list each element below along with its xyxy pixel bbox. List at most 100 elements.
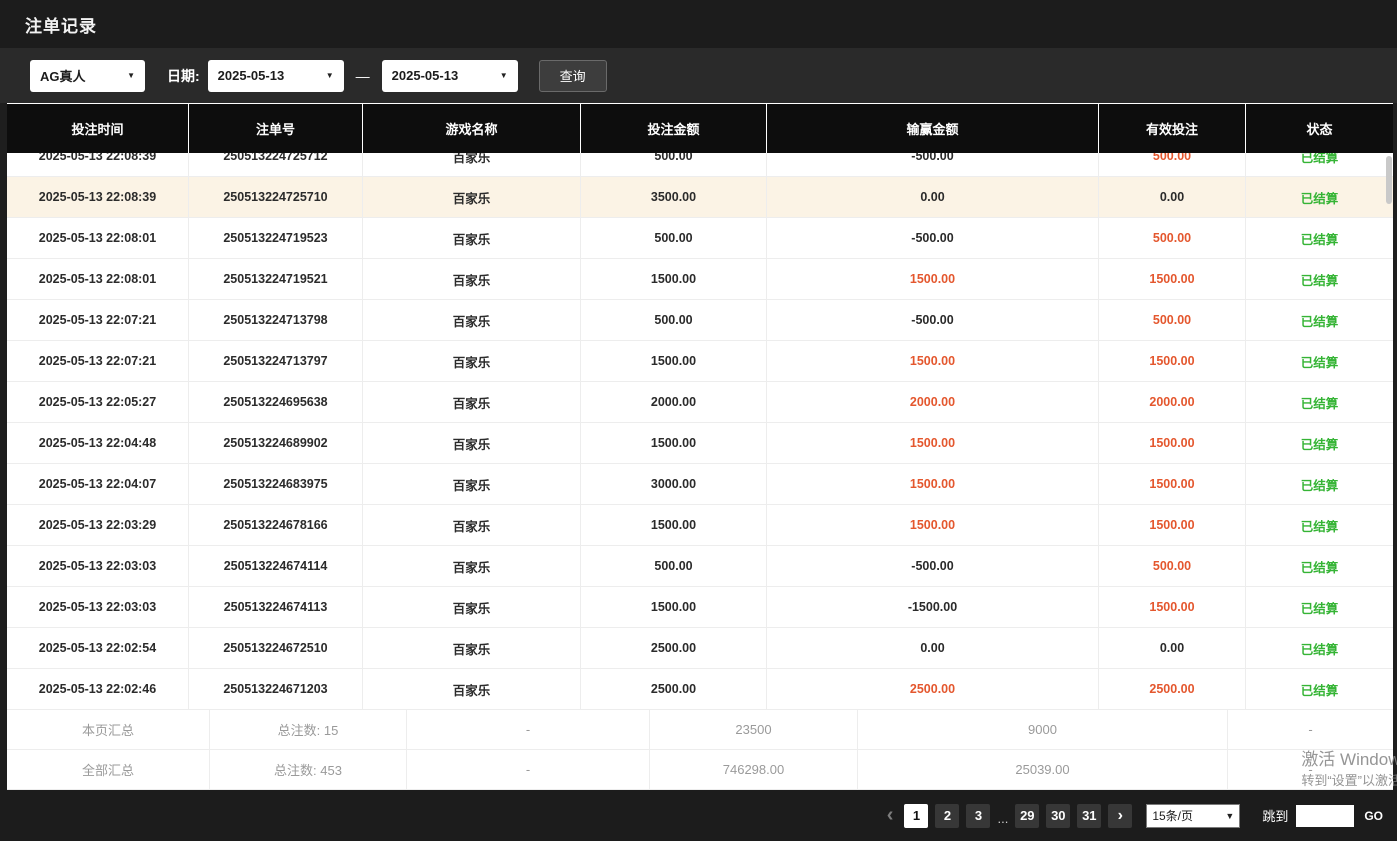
page-button-29[interactable]: 29 [1015, 804, 1039, 828]
date-from-picker[interactable]: 2025-05-13 ▼ [208, 60, 344, 92]
status-cell: 已结算 [1246, 153, 1393, 176]
win-loss-cell: 0.00 [767, 177, 1099, 217]
valid-bet-cell: 2000.00 [1099, 382, 1246, 422]
game-name-cell: 百家乐 [363, 177, 581, 217]
table-row[interactable]: 2025-05-13 22:08:39250513224725712百家乐500… [7, 153, 1393, 177]
valid-bet-cell: 1500.00 [1099, 423, 1246, 463]
table-row[interactable]: 2025-05-13 22:02:54250513224672510百家乐250… [7, 628, 1393, 669]
valid-bet-cell: 1500.00 [1099, 505, 1246, 545]
column-header: 输赢金额 [767, 104, 1099, 153]
table-row[interactable]: 2025-05-13 22:03:03250513224674113百家乐150… [7, 587, 1393, 628]
summary-row: 全部汇总总注数: 453-746298.0025039.00- [7, 750, 1393, 790]
status-cell: 已结算 [1246, 382, 1393, 422]
bet-no-cell: 250513224719523 [189, 218, 363, 258]
column-header: 投注时间 [7, 104, 189, 153]
summary-label-cell: 本页汇总 [7, 710, 210, 749]
table-header-row: 投注时间注单号游戏名称投注金额输赢金额有效投注状态 [7, 103, 1393, 153]
chevron-down-icon: ▼ [500, 71, 508, 80]
prev-page-button[interactable]: ‹ [883, 804, 898, 827]
page-button-2[interactable]: 2 [935, 804, 959, 828]
bet-amount-cell: 500.00 [581, 218, 767, 258]
summary-valid-total-cell: - [1228, 710, 1393, 749]
valid-bet-cell: 0.00 [1099, 177, 1246, 217]
game-name-cell: 百家乐 [363, 587, 581, 627]
table-row[interactable]: 2025-05-13 22:07:21250513224713797百家乐150… [7, 341, 1393, 382]
bet-amount-cell: 2000.00 [581, 382, 767, 422]
bet-no-cell: 250513224671203 [189, 669, 363, 709]
bet-amount-cell: 1500.00 [581, 259, 767, 299]
valid-bet-cell: 500.00 [1099, 153, 1246, 176]
table-body: 2025-05-13 22:08:39250513224725712百家乐500… [7, 153, 1393, 710]
bet-time-cell: 2025-05-13 22:08:39 [7, 177, 189, 217]
bet-time-cell: 2025-05-13 22:02:54 [7, 628, 189, 668]
status-cell: 已结算 [1246, 464, 1393, 504]
win-loss-cell: -500.00 [767, 153, 1099, 176]
bet-no-cell: 250513224719521 [189, 259, 363, 299]
summary-winloss-total-cell: 25039.00 [858, 750, 1228, 789]
status-cell: 已结算 [1246, 300, 1393, 340]
win-loss-cell: -500.00 [767, 218, 1099, 258]
win-loss-cell: -500.00 [767, 546, 1099, 586]
page-button-1[interactable]: 1 [904, 804, 928, 828]
game-name-cell: 百家乐 [363, 464, 581, 504]
status-cell: 已结算 [1246, 669, 1393, 709]
summary-valid-total-cell: - [1228, 750, 1393, 789]
chevron-down-icon: ▼ [326, 71, 334, 80]
vertical-scrollbar-thumb[interactable] [1386, 156, 1392, 204]
win-loss-cell: 1500.00 [767, 505, 1099, 545]
page-button-3[interactable]: 3 [966, 804, 990, 828]
bet-time-cell: 2025-05-13 22:03:03 [7, 546, 189, 586]
table-row[interactable]: 2025-05-13 22:05:27250513224695638百家乐200… [7, 382, 1393, 423]
valid-bet-cell: 500.00 [1099, 218, 1246, 258]
bet-amount-cell: 3500.00 [581, 177, 767, 217]
summary-game-cell: - [407, 710, 650, 749]
table-row[interactable]: 2025-05-13 22:08:39250513224725710百家乐350… [7, 177, 1393, 218]
column-header: 游戏名称 [363, 104, 581, 153]
bet-amount-cell: 1500.00 [581, 505, 767, 545]
page-size-select[interactable]: 15条/页 ▼ [1146, 804, 1240, 828]
bet-no-cell: 250513224713798 [189, 300, 363, 340]
table-row[interactable]: 2025-05-13 22:07:21250513224713798百家乐500… [7, 300, 1393, 341]
page-button-30[interactable]: 30 [1046, 804, 1070, 828]
summary-game-cell: - [407, 750, 650, 789]
valid-bet-cell: 0.00 [1099, 628, 1246, 668]
valid-bet-cell: 1500.00 [1099, 259, 1246, 299]
bet-no-cell: 250513224689902 [189, 423, 363, 463]
column-header: 状态 [1246, 104, 1393, 153]
win-loss-cell: 1500.00 [767, 341, 1099, 381]
bet-time-cell: 2025-05-13 22:07:21 [7, 341, 189, 381]
page-size-value: 15条/页 [1152, 807, 1193, 824]
summary-winloss-total-cell: 9000 [858, 710, 1228, 749]
table-row[interactable]: 2025-05-13 22:08:01250513224719521百家乐150… [7, 259, 1393, 300]
bet-no-cell: 250513224678166 [189, 505, 363, 545]
table-row[interactable]: 2025-05-13 22:03:03250513224674114百家乐500… [7, 546, 1393, 587]
table-row[interactable]: 2025-05-13 22:04:07250513224683975百家乐300… [7, 464, 1393, 505]
summary-section: 本页汇总总注数: 15-235009000-全部汇总总注数: 453-74629… [7, 710, 1393, 790]
date-to-picker[interactable]: 2025-05-13 ▼ [382, 60, 518, 92]
table-row[interactable]: 2025-05-13 22:03:29250513224678166百家乐150… [7, 505, 1393, 546]
bet-amount-cell: 2500.00 [581, 628, 767, 668]
table-row[interactable]: 2025-05-13 22:04:48250513224689902百家乐150… [7, 423, 1393, 464]
valid-bet-cell: 1500.00 [1099, 464, 1246, 504]
title-bar: 注单记录 [0, 0, 1397, 48]
page-button-31[interactable]: 31 [1077, 804, 1101, 828]
status-cell: 已结算 [1246, 587, 1393, 627]
valid-bet-cell: 500.00 [1099, 546, 1246, 586]
summary-bet-total-cell: 746298.00 [650, 750, 858, 789]
table-row[interactable]: 2025-05-13 22:02:46250513224671203百家乐250… [7, 669, 1393, 710]
game-name-cell: 百家乐 [363, 546, 581, 586]
bet-amount-cell: 500.00 [581, 300, 767, 340]
game-category-select[interactable]: AG真人 ▼ [30, 60, 145, 92]
game-name-cell: 百家乐 [363, 153, 581, 176]
game-name-cell: 百家乐 [363, 300, 581, 340]
game-name-cell: 百家乐 [363, 341, 581, 381]
go-button[interactable]: GO [1364, 809, 1383, 823]
jump-to-page-input[interactable] [1296, 805, 1354, 827]
table-row[interactable]: 2025-05-13 22:08:01250513224719523百家乐500… [7, 218, 1393, 259]
next-page-button[interactable]: › [1108, 804, 1132, 828]
game-name-cell: 百家乐 [363, 505, 581, 545]
column-header: 投注金额 [581, 104, 767, 153]
query-button[interactable]: 查询 [539, 60, 607, 92]
bet-time-cell: 2025-05-13 22:04:48 [7, 423, 189, 463]
summary-bet-total-cell: 23500 [650, 710, 858, 749]
